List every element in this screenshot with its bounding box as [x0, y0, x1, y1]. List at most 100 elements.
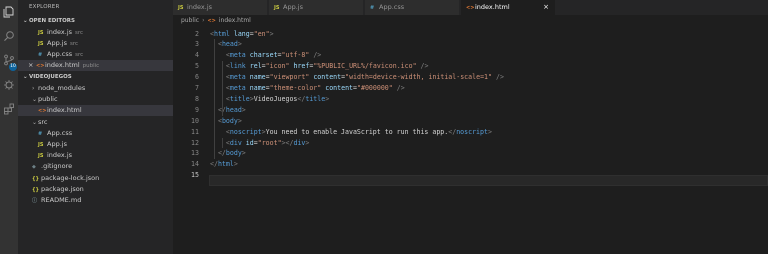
code-token: meta: [229, 73, 246, 82]
tree-item[interactable]: JS App.js: [18, 139, 173, 150]
tree-item-label: index.js: [47, 151, 73, 160]
breadcrumb-folder[interactable]: public: [181, 17, 199, 24]
open-editor-item[interactable]: JS App.js src: [18, 38, 173, 49]
tree-item[interactable]: ◆ .gitignore: [18, 161, 173, 172]
code-token: meta: [229, 84, 246, 92]
code-token: charset: [249, 51, 278, 60]
breadcrumb: public › <> index.html: [173, 15, 768, 27]
files-icon[interactable]: [3, 6, 15, 18]
line-number: 7: [195, 84, 199, 92]
line-number: 2: [195, 29, 199, 38]
code-token: title: [305, 94, 326, 103]
extensions-icon[interactable]: [3, 103, 15, 115]
code-token: "width=device-width, initial-scale=1": [345, 73, 492, 82]
code-token: noscript: [456, 127, 488, 136]
code-token: "theme-color": [269, 84, 322, 92]
tree-item[interactable]: {} package.json: [18, 184, 173, 195]
code-token: </: [210, 160, 218, 169]
explorer-title: EXPLORER: [29, 4, 60, 10]
code-token: >: [305, 138, 310, 147]
code-token: "utf-8": [281, 51, 310, 60]
search-icon[interactable]: [3, 30, 15, 42]
tree-item[interactable]: # App.css: [18, 128, 173, 139]
code-line: </html>: [210, 159, 238, 170]
tab-index-html[interactable]: <>index.html ×: [461, 0, 556, 15]
code-token: html: [217, 160, 234, 169]
code-token: title: [229, 94, 250, 103]
tab-label: App.js: [283, 3, 303, 11]
open-editor-folder: src: [69, 41, 78, 47]
tree-item-label: index.html: [47, 106, 82, 115]
line-number: 8: [195, 94, 199, 103]
close-icon[interactable]: ×: [543, 0, 549, 15]
tree-item[interactable]: <>index.html: [18, 105, 173, 117]
open-editor-item[interactable]: × <>index.html public: [18, 60, 173, 71]
code-token: link: [229, 62, 246, 71]
code-token: id: [245, 138, 254, 147]
line-number: 3: [195, 40, 199, 49]
code-token: head: [221, 40, 238, 49]
tree-item-label: .gitignore: [41, 162, 73, 171]
open-editor-folder: public: [82, 63, 100, 69]
open-editor-item[interactable]: JS index.js src: [18, 27, 173, 38]
code-token: ></: [281, 138, 294, 147]
tree-item[interactable]: ⌄src: [18, 117, 173, 128]
tree-item[interactable]: ⓘ README.md: [18, 195, 173, 206]
code-token: "%PUBLIC_URL%/favicon.ico": [313, 62, 417, 71]
tree-item-label: public: [38, 95, 58, 104]
code-token: >: [269, 29, 274, 38]
code-token: name: [249, 73, 266, 82]
tree-item[interactable]: JS index.js: [18, 150, 173, 161]
tab-App-js[interactable]: JS App.js: [269, 0, 364, 15]
code-line: </body>: [210, 148, 246, 159]
code-token: >: [241, 105, 246, 114]
code-line: <meta charset="utf-8" />: [210, 50, 321, 61]
code-line: <title>VideoJuegos</title>: [210, 94, 329, 105]
line-number: 15: [191, 171, 199, 180]
code-token: >: [325, 94, 330, 103]
open-editor-name: App.js: [47, 39, 67, 47]
line-number: 5: [195, 62, 199, 71]
code-token: >: [241, 149, 246, 158]
close-icon[interactable]: ×: [28, 60, 36, 71]
code-token: "root": [257, 138, 282, 147]
line-number: 10: [191, 116, 199, 125]
js-file-icon: JS: [178, 5, 184, 11]
code-token: You need to enable JavaScript to run thi…: [265, 127, 449, 136]
tree-item-label: package-lock.json: [41, 173, 100, 182]
code-token: content: [313, 73, 342, 82]
info-file-icon: ⓘ: [32, 198, 38, 204]
open-editor-item[interactable]: # App.css src: [18, 49, 173, 60]
open-editor-name: index.html: [45, 61, 80, 69]
tab-index-js[interactable]: JS index.js: [173, 0, 268, 15]
source-control-badge: 10: [9, 63, 17, 71]
current-line-highlight: [209, 175, 768, 186]
code-editor[interactable]: 2 <html lang="en"> 3 <head> 4 <meta charset…: [173, 27, 768, 254]
line-number: 4: [195, 51, 199, 60]
code-token: />: [420, 62, 429, 71]
tree-item[interactable]: ⌄public: [18, 94, 173, 105]
tab-App-css[interactable]: # App.css: [365, 0, 460, 15]
code-token: />: [396, 84, 405, 92]
open-editor-folder: src: [75, 52, 84, 58]
code-token: lang: [233, 29, 250, 38]
js-file-icon: JS: [274, 5, 280, 11]
code-token: />: [495, 73, 504, 82]
code-token: "icon": [265, 62, 290, 71]
project-header[interactable]: ⌄VIDEOJUEGOS: [18, 72, 173, 82]
code-token: "en": [253, 29, 270, 38]
debug-icon[interactable]: [3, 79, 15, 91]
open-editors-header[interactable]: ⌄OPEN EDITORS: [18, 16, 173, 26]
code-token: </: [448, 127, 457, 136]
tab-label: App.css: [379, 3, 405, 11]
tree-item[interactable]: {} package-lock.json: [18, 173, 173, 184]
tree-item-label: App.js: [47, 140, 67, 148]
breadcrumb-file[interactable]: index.html: [219, 17, 251, 24]
code-token: meta: [229, 51, 246, 60]
tree-item[interactable]: › node_modules: [18, 83, 173, 94]
code-token: rel: [249, 62, 262, 71]
